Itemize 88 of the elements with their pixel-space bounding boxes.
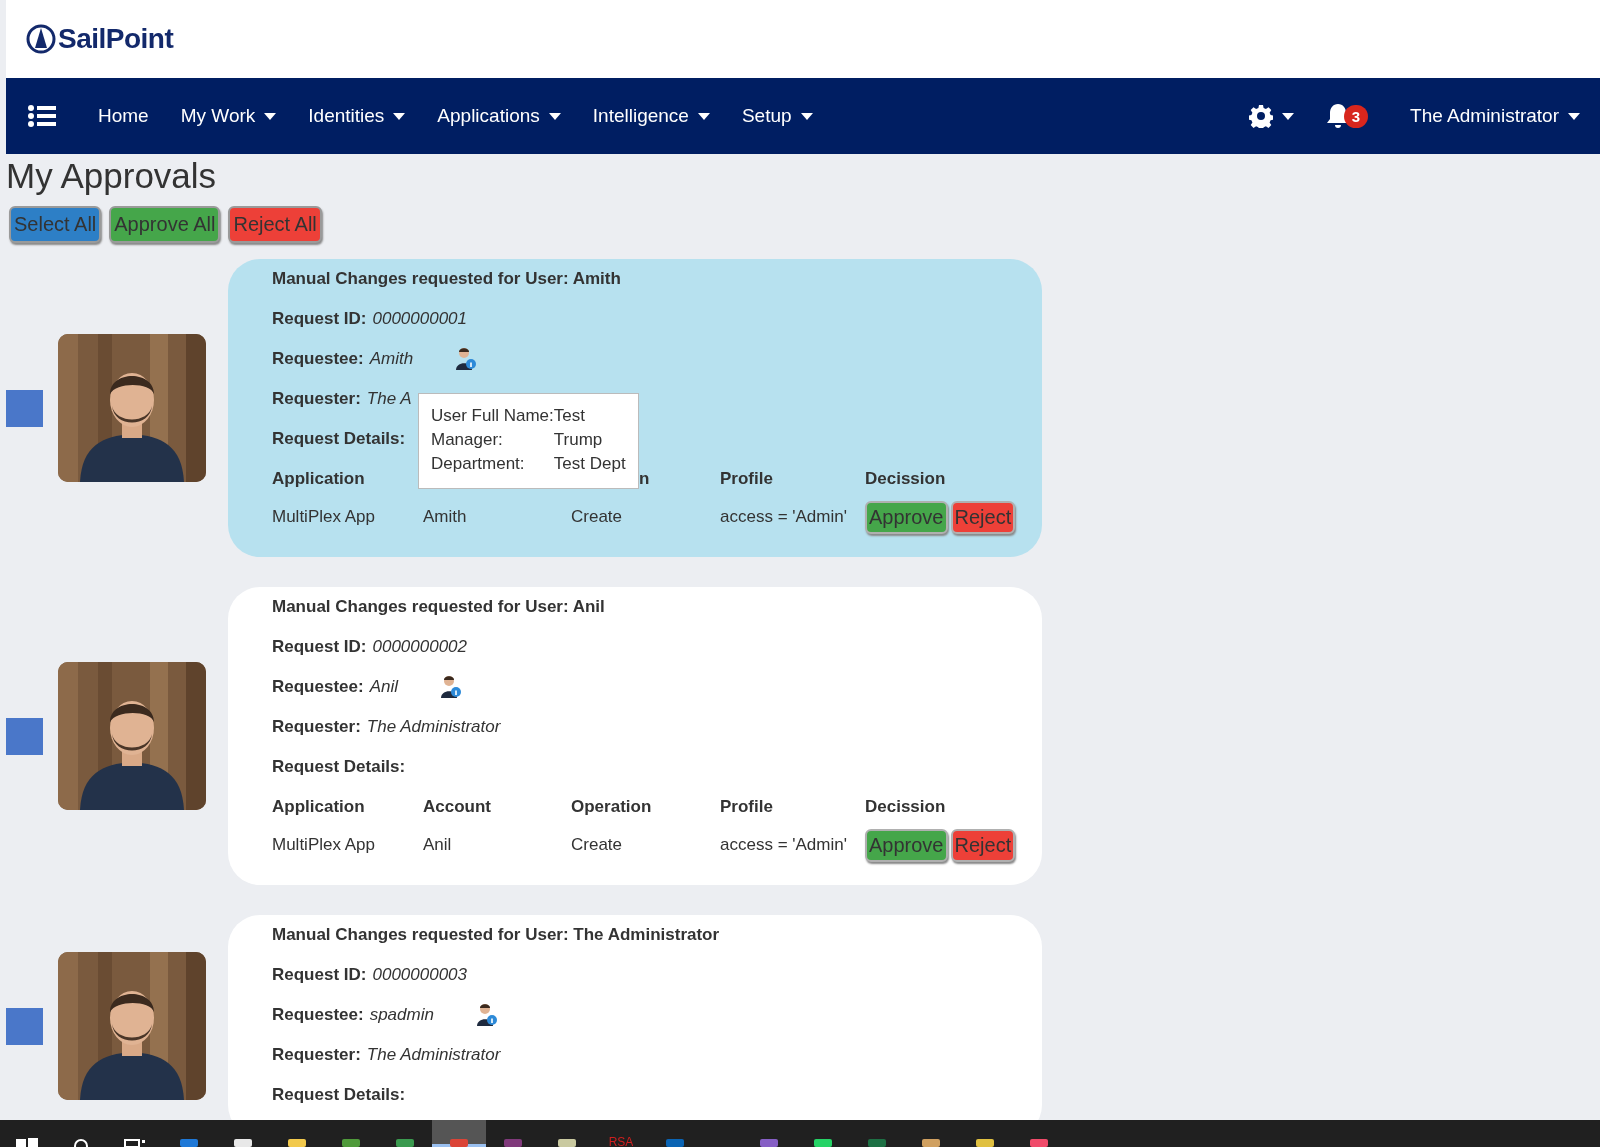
field-label: Requestee: <box>272 677 364 697</box>
field-value: 0000000003 <box>372 965 467 985</box>
tooltip-value: Test Dept <box>553 454 626 474</box>
field-label: Request Details: <box>272 757 406 777</box>
column-header: n <box>639 468 650 490</box>
app-icon[interactable] <box>975 1137 995 1147</box>
field-label: Requestee: <box>272 1005 364 1025</box>
field-value: The Administrator <box>366 717 501 737</box>
notifications-button[interactable]: 3 <box>1313 103 1381 129</box>
app-icon[interactable] <box>233 1137 253 1147</box>
field-value: 0000000002 <box>372 637 467 657</box>
tooltip-value: Test <box>553 406 586 426</box>
windows-logo-icon[interactable] <box>16 1137 38 1147</box>
field-label: Request ID: <box>272 309 367 329</box>
nav-item[interactable]: Identities <box>296 105 418 127</box>
field-label: Requester: <box>272 717 361 737</box>
field-label: Requester: <box>272 1045 361 1065</box>
taskbar-button[interactable]: RSA <box>594 1120 648 1147</box>
column-header: Account <box>423 796 492 818</box>
selection-checkbox[interactable] <box>6 1007 43 1045</box>
card-title: Manual Changes requested for User: Amith <box>272 268 622 290</box>
column-header: Decission <box>865 796 947 818</box>
logo-text: SailPoint <box>58 23 174 55</box>
selection-checkbox[interactable] <box>6 389 43 427</box>
field-label: Request ID: <box>272 637 367 657</box>
field-label: Requester: <box>272 389 361 409</box>
settings-icon <box>1248 104 1273 128</box>
nav-item[interactable]: Home <box>86 105 161 127</box>
table-cell-text: Create <box>571 834 624 856</box>
task-view-icon[interactable] <box>124 1137 146 1147</box>
table-cell-text: Amith <box>423 506 468 528</box>
card-title: Manual Changes requested for User: Anil <box>272 596 606 618</box>
approve-all-button[interactable]: Approve All <box>109 206 221 243</box>
approve-button[interactable]: Approve <box>865 828 948 862</box>
table-cell-text: Create <box>571 506 624 528</box>
table-cell-text: Anil <box>423 834 453 856</box>
field-label: Request Details: <box>272 1085 406 1105</box>
nav-item[interactable]: My Work <box>168 105 289 127</box>
caret-icon <box>1281 112 1294 120</box>
reject-all-button[interactable]: Reject All <box>228 206 322 243</box>
field-label: Request Details: <box>272 429 406 449</box>
card-title: Manual Changes requested for User: The Administrator <box>272 924 721 946</box>
person-info-icon[interactable] <box>475 1003 498 1027</box>
search-icon[interactable] <box>72 1137 90 1147</box>
table-cell-text: access = 'Admin' <box>720 506 848 528</box>
reject-button[interactable]: Reject <box>950 828 1016 862</box>
field-value: Amith <box>369 349 414 369</box>
field-value: The Administrator <box>366 1045 501 1065</box>
select-all-button[interactable]: Select All <box>9 206 102 243</box>
nav-item[interactable]: Intelligence <box>580 105 722 127</box>
column-header: Application <box>272 468 366 490</box>
caret-icon <box>1568 112 1580 120</box>
tooltip-value: Trump <box>553 430 604 450</box>
person-info-icon[interactable] <box>455 347 478 371</box>
table-cell-text: MultiPlex App <box>272 834 376 856</box>
tooltip-label: Department: <box>431 454 526 474</box>
column-header: Profile <box>720 468 774 490</box>
column-header: Decission <box>865 468 947 490</box>
table-cell-text: MultiPlex App <box>272 506 376 528</box>
column-header: Profile <box>720 796 774 818</box>
nav-item[interactable]: Setup <box>729 105 825 127</box>
logo[interactable]: SailPoint <box>26 23 174 55</box>
app-icon[interactable] <box>813 1137 833 1147</box>
field-value: spadmin <box>369 1005 434 1025</box>
user-menu[interactable]: The Administrator <box>1398 105 1592 127</box>
selection-checkbox[interactable] <box>6 717 43 755</box>
notification-badge: 3 <box>1343 104 1369 128</box>
menu-icon[interactable] <box>28 105 56 127</box>
table-cell-text: access = 'Admin' <box>720 834 848 856</box>
person-info-icon[interactable] <box>440 675 462 699</box>
app-icon-label[interactable]: RSA <box>608 1137 634 1147</box>
field-value: 0000000001 <box>372 309 467 329</box>
field-label: Requestee: <box>272 349 364 369</box>
reject-button[interactable]: Reject <box>950 500 1016 534</box>
tooltip-label: Manager: <box>431 430 504 450</box>
field-value: The A <box>366 389 412 409</box>
approve-button[interactable]: Approve <box>865 500 948 534</box>
column-header: Operation <box>571 796 653 818</box>
column-header: Application <box>272 796 366 818</box>
field-value: Anil <box>369 677 398 697</box>
field-label: Request ID: <box>272 965 367 985</box>
nav-item[interactable]: Applications <box>425 105 573 127</box>
sail-icon <box>26 24 56 54</box>
page-title: My Approvals <box>6 156 218 196</box>
tooltip-label: User Full Name: <box>431 406 554 426</box>
app-icon[interactable] <box>557 1137 577 1147</box>
app-icon[interactable] <box>287 1137 307 1147</box>
app-icon[interactable] <box>921 1137 941 1147</box>
